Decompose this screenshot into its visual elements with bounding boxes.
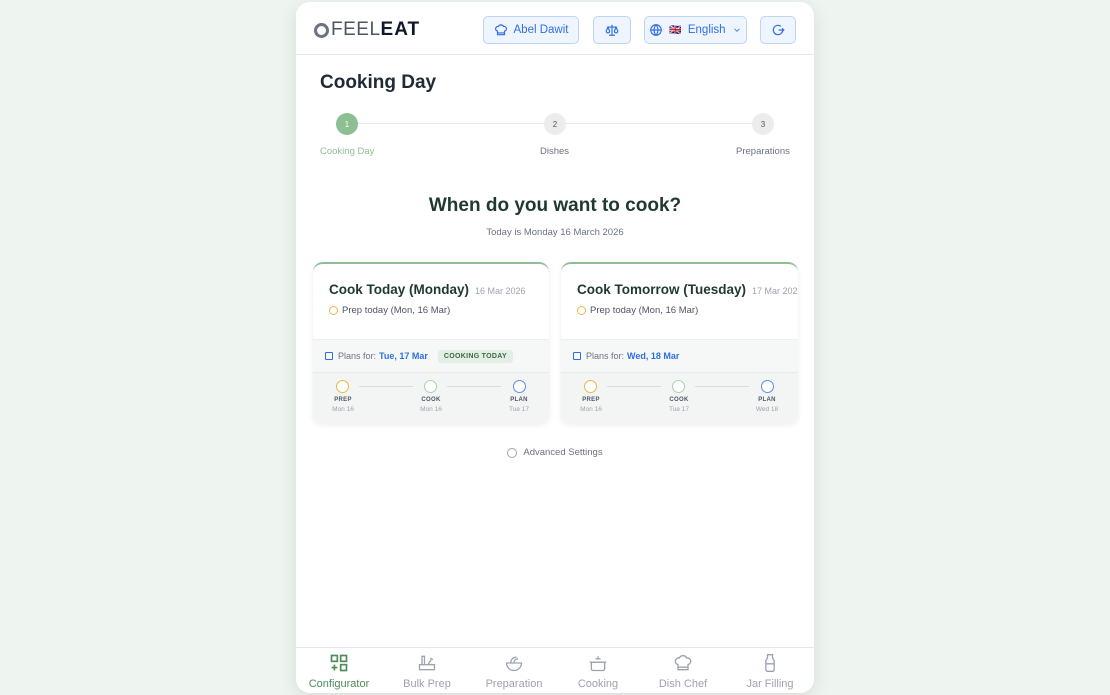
- logout-icon: [772, 24, 785, 36]
- cook-dot: [672, 380, 685, 393]
- step-1-label: Cooking Day: [320, 146, 375, 157]
- advanced-settings-link[interactable]: Advanced Settings: [296, 447, 814, 458]
- bottom-nav: Configurator Bulk Prep Preparation Cooki…: [296, 647, 814, 693]
- nav-jar-filling[interactable]: Jar Filling: [727, 653, 813, 690]
- page-title: Cooking Day: [320, 72, 437, 93]
- nav-configurator[interactable]: Configurator: [296, 653, 382, 690]
- header: FEEL EAT Abel Dawit 🇬🇧 English: [296, 2, 814, 55]
- stepper-line: [566, 123, 752, 124]
- bowl-icon: [505, 656, 523, 672]
- card-title: Cook Today (Monday): [329, 282, 469, 297]
- prep-text: Prep today (Mon, 16 Mar): [342, 305, 451, 316]
- advanced-settings-label: Advanced Settings: [523, 447, 603, 458]
- nav-label: Cooking: [577, 678, 619, 690]
- timeline-date: Tue 17: [669, 406, 689, 413]
- timeline-date: Mon 16: [420, 406, 442, 413]
- user-name: Abel Dawit: [513, 24, 569, 36]
- plan-dot: [761, 380, 774, 393]
- globe-icon: [650, 24, 663, 36]
- bulk-prep-icon: [418, 655, 436, 671]
- language-label: English: [687, 24, 726, 36]
- timeline-date: Mon 16: [580, 406, 602, 413]
- timeline-label: PREP: [334, 397, 352, 403]
- plan-dot: [513, 380, 526, 393]
- logo-icon: [314, 22, 329, 38]
- today-text: Today is Monday 16 March 2026: [486, 227, 624, 238]
- timeline: PREP COOK PLAN Mon 16 Mon 16 Tue 17: [313, 372, 549, 423]
- timeline-label: COOK: [421, 397, 441, 403]
- flag-icon: 🇬🇧: [669, 24, 682, 36]
- nav-preparation[interactable]: Preparation: [471, 653, 557, 690]
- nav-label: Configurator: [308, 678, 370, 690]
- nav-label: Dish Chef: [658, 678, 708, 690]
- nav-bulk-prep[interactable]: Bulk Prep: [384, 653, 470, 690]
- plans-date: Tue, 17 Mar: [379, 351, 428, 361]
- grid-plus-icon: [330, 654, 348, 672]
- stepper-line: [358, 123, 544, 124]
- language-select[interactable]: 🇬🇧 English: [644, 16, 747, 44]
- cooking-today-badge: COOKING TODAY: [437, 349, 513, 363]
- timeline-label: PLAN: [758, 397, 776, 403]
- plans-band: Plans for: Wed, 18 Mar: [561, 339, 798, 372]
- card-date: 16 Mar 2026: [475, 286, 526, 296]
- timeline-line: [695, 386, 749, 387]
- calendar-icon: [573, 352, 581, 360]
- logout-button[interactable]: [760, 16, 796, 44]
- chef-hat-icon: [674, 654, 692, 671]
- cook-dot: [424, 380, 437, 393]
- step-2-dot[interactable]: 2: [544, 113, 566, 135]
- nav-cooking[interactable]: Cooking: [555, 653, 641, 690]
- step-2-label: Dishes: [540, 146, 570, 157]
- step-1-dot[interactable]: 1: [336, 113, 358, 135]
- prep-text: Prep today (Mon, 16 Mar): [590, 305, 699, 316]
- logo-text-eat: EAT: [380, 19, 421, 40]
- prep-dot: [336, 380, 349, 393]
- calendar-icon: [325, 352, 333, 360]
- step-3-label: Preparations: [736, 146, 790, 157]
- timeline-date: Mon 16: [332, 406, 354, 413]
- timeline: PREP COOK PLAN Mon 16 Tue 17 Wed 18: [561, 372, 798, 423]
- app-window: FEEL EAT Abel Dawit 🇬🇧 English Cooking D…: [296, 2, 814, 693]
- scale-icon: [605, 24, 619, 36]
- nav-label: Preparation: [485, 678, 543, 690]
- card-title: Cook Tomorrow (Tuesday): [577, 282, 747, 297]
- timeline-label: PREP: [582, 397, 600, 403]
- plans-label: Plans for:: [338, 351, 377, 361]
- gear-icon: [507, 447, 518, 458]
- nav-label: Bulk Prep: [403, 678, 451, 690]
- timeline-label: PLAN: [510, 397, 528, 403]
- clock-icon: [577, 306, 586, 315]
- user-button[interactable]: Abel Dawit: [483, 16, 579, 44]
- prep-dot: [584, 380, 597, 393]
- jar-icon: [765, 654, 775, 672]
- cook-question: When do you want to cook?: [428, 195, 682, 216]
- scale-button[interactable]: [593, 16, 631, 44]
- logo-text-feel: FEEL: [331, 19, 381, 40]
- timeline-date: Wed 18: [755, 406, 779, 413]
- cook-today-card[interactable]: Cook Today (Monday) 16 Mar 2026 Prep tod…: [313, 262, 549, 423]
- chef-hat-icon: [494, 24, 507, 36]
- timeline-line: [447, 386, 501, 387]
- pot-icon: [589, 656, 607, 672]
- timeline-date: Tue 17: [509, 406, 529, 413]
- timeline-line: [607, 386, 661, 387]
- nav-label: Jar Filling: [746, 678, 794, 690]
- plans-band: Plans for: Tue, 17 Mar COOKING TODAY: [313, 339, 549, 372]
- cook-tomorrow-card[interactable]: Cook Tomorrow (Tuesday) 17 Mar 2026 Prep…: [561, 262, 798, 423]
- plans-label: Plans for:: [586, 351, 625, 361]
- chevron-down-icon: [733, 28, 740, 32]
- step-3-dot[interactable]: 3: [752, 113, 774, 135]
- card-date: 17 Mar 2026: [752, 286, 798, 296]
- plans-date: Wed, 18 Mar: [627, 351, 680, 361]
- timeline-label: COOK: [669, 397, 689, 403]
- nav-dish-chef[interactable]: Dish Chef: [640, 653, 726, 690]
- logo: FEEL EAT: [314, 19, 420, 41]
- clock-icon: [329, 306, 338, 315]
- timeline-line: [359, 386, 413, 387]
